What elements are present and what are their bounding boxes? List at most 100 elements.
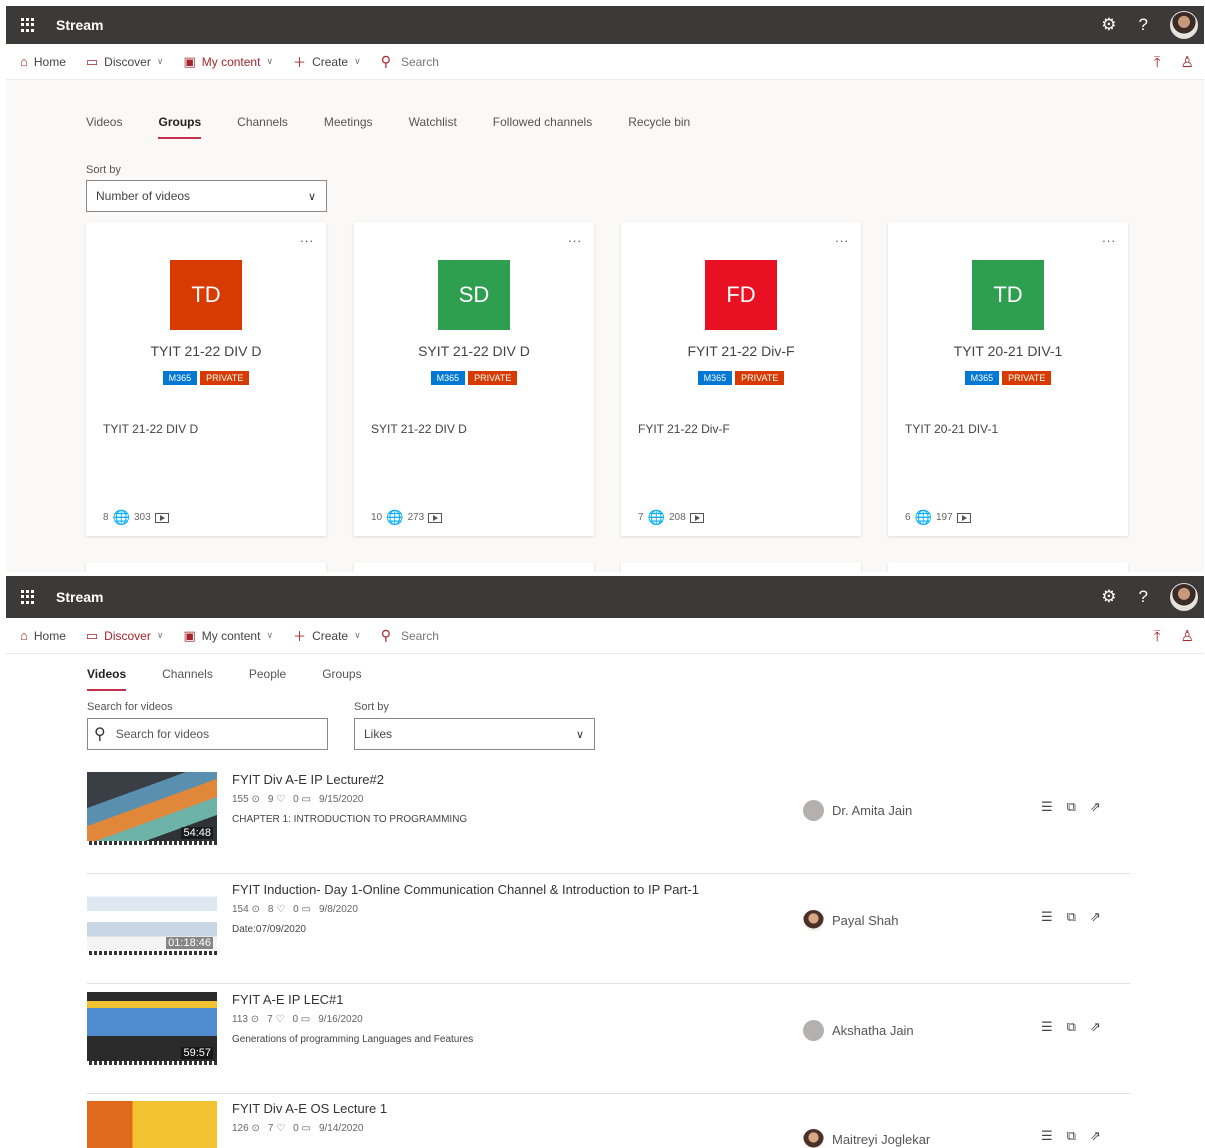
group-name[interactable]: FYIT 21-22 Div-F xyxy=(621,343,861,359)
video-icon xyxy=(956,512,971,523)
more-options-icon[interactable]: ... xyxy=(300,230,314,245)
video-row[interactable]: FYIT Div A-E OS Lecture 1 126 ⊙ 7 ♡ 0 ▭ … xyxy=(87,1095,1130,1148)
nav-discover[interactable]: ▭ Discover ∨ xyxy=(86,54,164,70)
tab-videos[interactable]: Videos xyxy=(87,667,127,691)
nav-home[interactable]: ⌂ Home xyxy=(20,628,66,643)
video-duration: 54:48 xyxy=(181,827,213,839)
share-icon[interactable]: ⇗ xyxy=(1090,1128,1101,1144)
settings-gear-icon[interactable]: ⚙ xyxy=(1101,587,1116,607)
tab-channels[interactable]: Channels xyxy=(237,115,288,129)
video-title[interactable]: FYIT Div A-E OS Lecture 1 xyxy=(232,1101,387,1116)
add-to-watchlist-icon[interactable]: ☰ xyxy=(1041,909,1053,925)
more-options-icon[interactable]: ... xyxy=(568,230,582,245)
nav-home-label: Home xyxy=(33,54,66,69)
video-description: CHAPTER 1: INTRODUCTION TO PROGRAMMING xyxy=(232,814,468,825)
tab-videos[interactable]: Videos xyxy=(86,115,122,129)
add-to-watchlist-icon[interactable]: ☰ xyxy=(1041,799,1053,815)
video-title[interactable]: FYIT Div A-E IP Lecture#2 xyxy=(232,772,384,787)
video-thumbnail[interactable]: 59:57 xyxy=(87,992,217,1065)
tab-channels[interactable]: Channels xyxy=(162,667,213,681)
group-name[interactable]: SYIT 21-22 DIV D xyxy=(354,343,594,359)
owner-avatar xyxy=(803,1020,824,1041)
group-initials-tile: SD xyxy=(438,260,510,330)
video-owner[interactable]: Maitreyi Joglekar xyxy=(803,1129,930,1148)
more-options-icon[interactable]: ... xyxy=(835,230,849,245)
nav-create[interactable]: ＋ Create ∨ xyxy=(293,626,361,645)
tab-meetings[interactable]: Meetings xyxy=(324,115,373,129)
settings-gear-icon[interactable]: ⚙ xyxy=(1101,15,1116,35)
video-thumbnail[interactable]: 01:18:46 xyxy=(87,882,217,955)
nav-my-content[interactable]: ▣ My content ∨ xyxy=(183,54,273,70)
app-name[interactable]: Stream xyxy=(56,17,103,33)
person-icon[interactable]: ♙ xyxy=(1181,627,1194,645)
nav-my-content[interactable]: ▣ My content ∨ xyxy=(183,628,273,644)
app-launcher-icon[interactable] xyxy=(21,590,35,604)
discover-tabs: Videos Channels People Groups xyxy=(87,667,362,691)
nav-bar: ⌂ Home ▭ Discover ∨ ▣ My content ∨ ＋ Create ∨ ⚲… xyxy=(6,618,1204,654)
tab-groups[interactable]: Groups xyxy=(322,667,361,681)
group-card[interactable]: ... SD SYIT 21-22 DIV D M365 PRIVATE SYIT… xyxy=(354,222,594,536)
add-to-channel-icon[interactable]: ⧉ xyxy=(1067,1019,1076,1035)
group-name[interactable]: TYIT 20-21 DIV-1 xyxy=(888,343,1128,359)
nav-create[interactable]: ＋ Create ∨ xyxy=(293,52,361,71)
more-options-icon[interactable]: ... xyxy=(1102,230,1116,245)
search-videos-input[interactable]: ⚲ Search for videos xyxy=(87,718,328,750)
likes-count: 9 ♡ xyxy=(267,794,286,805)
tab-people[interactable]: People xyxy=(249,667,286,681)
video-thumbnail[interactable] xyxy=(87,1101,217,1148)
group-card[interactable]: ... TD TYIT 21-22 DIV D M365 PRIVATE TYIT… xyxy=(86,222,326,536)
user-avatar[interactable] xyxy=(1170,11,1198,39)
nav-home[interactable]: ⌂ Home xyxy=(20,54,66,69)
likes-value: 7 xyxy=(267,1014,273,1025)
add-to-watchlist-icon[interactable]: ☰ xyxy=(1041,1128,1053,1144)
sort-dropdown[interactable]: Likes ∨ xyxy=(354,718,595,750)
members-globe-icon: 🌐 xyxy=(386,509,404,525)
video-title[interactable]: FYIT Induction- Day 1-Online Communicati… xyxy=(232,882,699,897)
nav-search[interactable]: ⚲ Search xyxy=(381,53,439,70)
video-title[interactable]: FYIT A-E IP LEC#1 xyxy=(232,992,344,1007)
person-icon[interactable]: ♙ xyxy=(1181,53,1194,71)
owner-name: Dr. Amita Jain xyxy=(832,803,913,818)
tab-followed-channels[interactable]: Followed channels xyxy=(493,115,592,129)
group-card[interactable]: ... FD FYIT 21-22 Div-F M365 PRIVATE FYIT… xyxy=(621,222,861,536)
video-row[interactable]: 01:18:46 FYIT Induction- Day 1-Online Co… xyxy=(87,876,1130,984)
share-icon[interactable]: ⇗ xyxy=(1090,799,1101,815)
video-thumbnail[interactable]: 54:48 xyxy=(87,772,217,845)
private-badge: PRIVATE xyxy=(735,371,785,385)
group-card[interactable]: ... TD TYIT 20-21 DIV-1 M365 PRIVATE TYIT… xyxy=(888,222,1128,536)
upload-icon[interactable]: ⤒ xyxy=(1154,628,1161,645)
private-badge: PRIVATE xyxy=(200,371,250,385)
group-card-partial xyxy=(86,562,326,572)
group-card-partial xyxy=(354,562,594,572)
nav-search[interactable]: ⚲ Search xyxy=(381,627,439,644)
app-launcher-icon[interactable] xyxy=(21,18,35,32)
video-row[interactable]: 59:57 FYIT A-E IP LEC#1 113 ⊙ 7 ♡ 0 ▭ 9/… xyxy=(87,986,1130,1094)
group-name[interactable]: TYIT 21-22 DIV D xyxy=(86,343,326,359)
add-to-channel-icon[interactable]: ⧉ xyxy=(1067,909,1076,925)
comments-value: 0 xyxy=(292,1014,298,1025)
user-avatar[interactable] xyxy=(1170,583,1198,611)
add-to-channel-icon[interactable]: ⧉ xyxy=(1067,799,1076,815)
video-row[interactable]: 54:48 FYIT Div A-E IP Lecture#2 155 ⊙ 9 … xyxy=(87,766,1130,874)
sort-dropdown[interactable]: Number of videos ∨ xyxy=(86,180,327,212)
video-owner[interactable]: Dr. Amita Jain xyxy=(803,800,912,821)
add-to-channel-icon[interactable]: ⧉ xyxy=(1067,1128,1076,1144)
tab-recycle-bin[interactable]: Recycle bin xyxy=(628,115,690,129)
chevron-down-icon: ∨ xyxy=(575,728,584,741)
top-bar: Stream ⚙ ? xyxy=(6,6,1204,44)
video-owner[interactable]: Akshatha Jain xyxy=(803,1020,914,1041)
add-to-watchlist-icon[interactable]: ☰ xyxy=(1041,1019,1053,1035)
tab-groups[interactable]: Groups xyxy=(158,115,201,139)
upload-icon[interactable]: ⤒ xyxy=(1154,54,1161,71)
help-icon[interactable]: ? xyxy=(1139,587,1148,607)
search-icon: ⚲ xyxy=(94,726,106,743)
video-owner[interactable]: Payal Shah xyxy=(803,910,899,931)
share-icon[interactable]: ⇗ xyxy=(1090,1019,1101,1035)
help-icon[interactable]: ? xyxy=(1139,15,1148,35)
app-name[interactable]: Stream xyxy=(56,589,103,605)
tab-watchlist[interactable]: Watchlist xyxy=(409,115,457,129)
share-icon[interactable]: ⇗ xyxy=(1090,909,1101,925)
comments-value: 0 xyxy=(293,794,299,805)
nav-discover-label: Discover xyxy=(104,628,151,643)
nav-discover[interactable]: ▭ Discover ∨ xyxy=(86,628,164,644)
